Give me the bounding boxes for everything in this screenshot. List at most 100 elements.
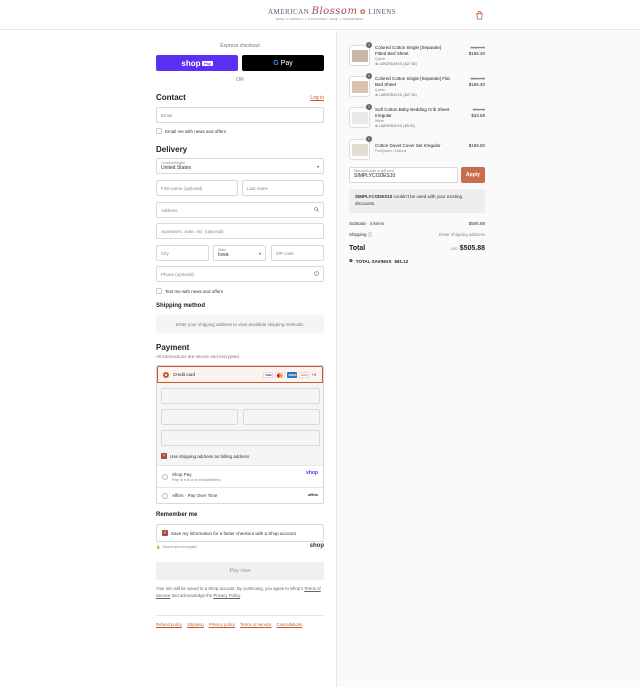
subtotal-value: $505.88 (468, 221, 485, 226)
cart-item: 1 Soft Cotton Baby Bedding Crib Sheet Ir… (349, 104, 485, 133)
text-me-row[interactable]: Text me with news and offers (156, 288, 223, 294)
apply-button[interactable]: Apply (461, 167, 485, 183)
shop-pay-subtitle: Pay in full or in installments (172, 476, 221, 482)
zip-field[interactable]: ZIP code (271, 245, 324, 261)
zip-placeholder: ZIP code (276, 250, 294, 256)
shop-pay-button[interactable]: shop Pay (156, 55, 238, 71)
shipping-value: Enter shipping address (438, 232, 485, 237)
card-brands: VISA AMEX DISC +3 (263, 372, 316, 378)
discount-code-input[interactable]: Discount code or gift card SIMPLYCODES10 (349, 167, 458, 183)
newsletter-checkbox[interactable] (156, 128, 162, 134)
store-logo[interactable]: AMERICAN Blossom ✿ LINENS MADE IN AMERIC… (268, 6, 396, 26)
legal-text-part1: Your info will be saved to a Shop accoun… (156, 586, 304, 591)
billing-same-row[interactable]: ✓ Use shipping address as billing addres… (161, 453, 249, 459)
shop-pay-radio[interactable] (162, 473, 168, 480)
tag-icon: ⊗ (375, 124, 378, 128)
affirm-option[interactable]: Affirm - Pay Over Time affirm (157, 487, 323, 503)
cart-item: 1 Colored Cotton Single [Separate] Fitte… (349, 42, 485, 71)
name-on-card-field[interactable] (161, 430, 320, 446)
or-divider: OR (236, 77, 244, 83)
shopping-bag-icon[interactable] (475, 11, 484, 20)
text-me-label: Text me with news and offers (165, 288, 223, 294)
email-field[interactable]: Email (156, 107, 324, 123)
text-me-checkbox[interactable] (156, 288, 162, 294)
google-g-icon: G (273, 59, 279, 67)
affirm-radio[interactable] (162, 492, 168, 499)
item-discount: ⊗ LABORDAY15 (-$27.60) (375, 93, 453, 98)
legal-text-part2: and acknowledge the (171, 593, 213, 598)
subtotal-row: Subtotal · 4 items $505.88 (349, 221, 485, 226)
discount-error: SIMPLYCODES10 couldn't be used with your… (349, 189, 485, 213)
phone-placeholder: Phone (optional) (161, 271, 195, 277)
last-name-field[interactable]: Last name (242, 180, 324, 196)
product-thumbnail (349, 45, 370, 66)
apartment-field[interactable]: Apartment, suite, etc. (optional) (156, 223, 324, 239)
card-number-field[interactable] (161, 388, 320, 404)
refund-policy-link[interactable]: Refund policy (156, 622, 182, 627)
remember-me-box[interactable]: ✓ Save my information for a faster check… (156, 524, 324, 542)
visa-icon: VISA (263, 372, 274, 378)
address-field[interactable]: Address (156, 202, 324, 218)
credit-card-option[interactable]: Credit card VISA AMEX DISC +3 (157, 366, 323, 383)
state-select[interactable]: State Iowa ▾ (213, 245, 266, 261)
google-pay-button[interactable]: G Pay (242, 55, 324, 71)
quantity-badge: 1 (366, 136, 372, 142)
shop-logo: shop (309, 543, 324, 549)
state-value: Iowa (218, 252, 229, 258)
item-variant: Full/Queen / Natural (375, 149, 407, 153)
express-checkout-label: Express checkout (220, 43, 260, 49)
item-discount-label: LABORDAY15 (-$27.60) (378, 93, 417, 97)
cancellations-link[interactable]: Cancellations (276, 622, 302, 627)
shop-pay-option[interactable]: Shop Pay Pay in full or in installments … (157, 465, 323, 487)
secure-label: Secure and encrypted (162, 545, 197, 549)
item-name-block: Colored Cotton Single [Separate] Flat Be… (375, 76, 453, 98)
credit-card-radio[interactable] (163, 371, 169, 378)
item-price: $33.58 (471, 113, 485, 118)
help-icon[interactable]: ? (314, 271, 319, 278)
logo-right-text: LINENS (368, 8, 397, 16)
shipping-row: Shipping ⓘ Enter shipping address (349, 232, 485, 238)
payment-methods: Credit card VISA AMEX DISC +3 ✓ Use ship… (156, 365, 324, 504)
save-info-row[interactable]: ✓ Save my information for a faster check… (162, 530, 296, 536)
email-placeholder: Email (161, 112, 173, 118)
google-pay-text: Pay (280, 59, 293, 67)
save-info-checkbox[interactable]: ✓ (162, 530, 168, 536)
logo-tagline: MADE IN AMERICA ✦ SUSTAINABLY MADE ✦ IND… (276, 18, 364, 21)
affirm-label: Affirm - Pay Over Time (172, 493, 218, 498)
security-code-field[interactable] (243, 409, 320, 425)
apartment-placeholder: Apartment, suite, etc. (optional) (161, 228, 224, 234)
shipping-method-note: Enter your shipping address to view avai… (156, 315, 324, 333)
delivery-heading: Delivery (156, 145, 188, 154)
error-code: SIMPLYCODES10 (355, 194, 393, 199)
login-link[interactable]: Log in (310, 95, 324, 101)
pay-now-button[interactable]: Pay now (156, 562, 324, 580)
billing-same-checkbox[interactable]: ✓ (161, 453, 167, 459)
tag-icon: ⊗ (349, 258, 353, 263)
privacy-link[interactable]: Privacy Policy (213, 593, 239, 598)
shipping-link[interactable]: Shipping (187, 622, 204, 627)
item-price-block: $184.00 $156.40 (469, 76, 485, 88)
item-name-block: Cotton Duvet Cover Set Irregular Full/Qu… (375, 143, 453, 154)
city-field[interactable]: City (156, 245, 209, 261)
expiration-field[interactable] (161, 409, 238, 425)
remember-me-heading: Remember me (156, 512, 198, 518)
tag-icon: ⊗ (375, 62, 378, 66)
phone-field[interactable]: Phone (optional) ? (156, 266, 324, 282)
item-discount-label: LABORDAY15 (-$5.92) (378, 124, 415, 128)
item-name: Soft Cotton Baby Bedding Crib Sheet Irre… (375, 107, 450, 118)
quantity-badge: 1 (366, 42, 372, 48)
product-thumbnail (349, 76, 370, 97)
item-discount: ⊗ LABORDAY15 (-$5.92) (375, 124, 453, 129)
help-icon[interactable]: ⓘ (368, 232, 373, 237)
total-amount-block: USD $505.88 (450, 245, 485, 252)
terms-of-service-link[interactable]: Terms of service (240, 622, 271, 627)
affirm-logo: affirm (308, 493, 318, 497)
currency-code: USD (450, 247, 458, 251)
savings-label: TOTAL SAVINGS (355, 258, 392, 264)
privacy-policy-link[interactable]: Privacy policy (209, 622, 235, 627)
first-name-field[interactable]: First name (optional) (156, 180, 238, 196)
newsletter-row[interactable]: Email me with news and offers (156, 128, 226, 134)
country-select[interactable]: Country/Region United States ▾ (156, 158, 324, 174)
credit-card-form: ✓ Use shipping address as billing addres… (157, 383, 323, 465)
item-name: Colored Cotton Single [Separate] Fitted … (375, 45, 442, 56)
